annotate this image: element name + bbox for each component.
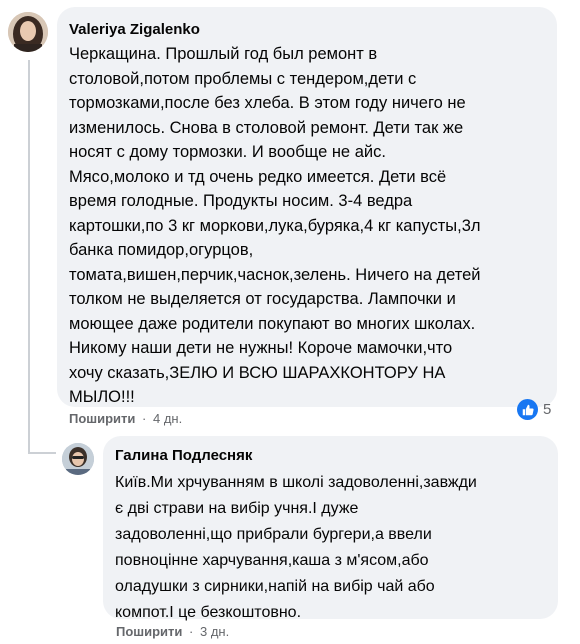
reply-text: Київ.Ми хрчуванням в школі задоволенні,з… xyxy=(115,474,477,621)
comment-bubble: Valeriya Zigalenko Черкащина. Прошлый го… xyxy=(57,7,557,407)
reply-timestamp[interactable]: 3 дн. xyxy=(200,624,229,639)
reaction-count: 5 xyxy=(543,401,552,418)
like-icon xyxy=(517,399,538,420)
reply-author[interactable]: Галина Подлесняк xyxy=(115,446,546,466)
commenter-avatar[interactable] xyxy=(8,12,48,52)
comment-timestamp[interactable]: 4 дн. xyxy=(153,411,182,426)
reply-meta-separator: · xyxy=(189,624,194,639)
reply-share-link[interactable]: Поширити xyxy=(116,624,182,639)
reply-actions: Поширити · 3 дн. xyxy=(116,624,229,640)
reaction-summary[interactable]: 5 xyxy=(517,399,551,420)
comment-actions: Поширити · 4 дн. xyxy=(69,411,182,427)
reply-avatar[interactable] xyxy=(62,443,94,475)
meta-separator: · xyxy=(142,411,147,426)
thread-line-branch xyxy=(28,452,56,454)
comment-author[interactable]: Valeriya Zigalenko xyxy=(69,20,545,40)
comment-text: Черкащина. Прошлый год был ремонт в стол… xyxy=(69,45,481,406)
thread-line-vertical xyxy=(28,60,30,454)
reply-bubble: Галина Подлесняк Київ.Ми хрчуванням в шк… xyxy=(103,436,558,621)
share-link[interactable]: Поширити xyxy=(69,411,135,426)
